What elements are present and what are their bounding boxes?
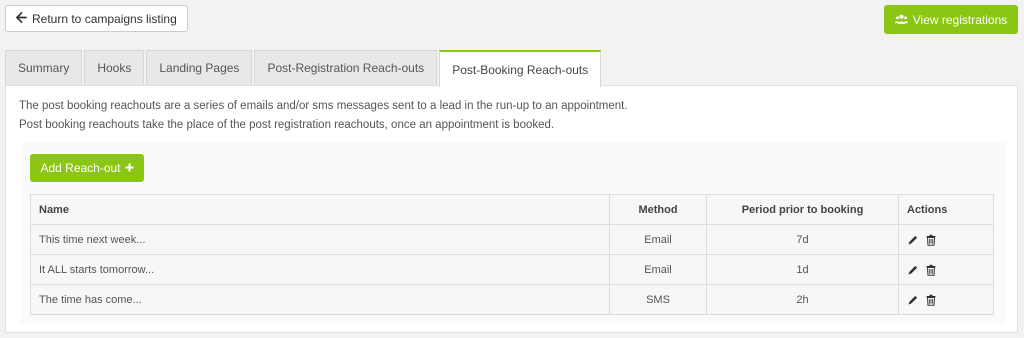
row-period: 2h [706,284,899,315]
view-registrations-button[interactable]: View registrations [884,5,1018,34]
view-registrations-label: View registrations [912,12,1008,27]
tab-summary[interactable]: Summary [5,50,83,85]
column-header-method: Method [609,194,707,225]
table-row: The time has come... SMS 2h [30,284,994,315]
table-row: This time next week... Email 7d [30,224,994,255]
arrow-left-icon [16,11,27,26]
users-icon [894,13,908,27]
plus-icon [124,161,134,175]
trash-icon[interactable] [925,264,937,276]
tab-post-registration-reach-outs[interactable]: Post-Registration Reach-outs [254,50,438,85]
row-actions [898,254,994,285]
row-actions [898,224,994,255]
row-method: Email [609,224,707,255]
tab-hooks[interactable]: Hooks [84,50,145,85]
campaign-tabs: Summary Hooks Landing Pages Post-Registr… [5,50,603,87]
column-header-period: Period prior to booking [706,194,899,225]
tab-post-booking-reach-outs[interactable]: Post-Booking Reach-outs [439,50,602,87]
row-name: The time has come... [30,284,610,315]
row-name: This time next week... [30,224,610,255]
pencil-icon[interactable] [907,294,919,306]
column-header-name: Name [30,194,610,225]
pencil-icon[interactable] [907,264,919,276]
table-row: It ALL starts tomorrow... Email 1d [30,254,994,285]
row-actions [898,284,994,315]
row-name: It ALL starts tomorrow... [30,254,610,285]
return-to-campaigns-button[interactable]: Return to campaigns listing [5,5,188,32]
trash-icon[interactable] [925,294,937,306]
row-period: 1d [706,254,899,285]
trash-icon[interactable] [925,234,937,246]
description-line-2: Post booking reachouts take the place of… [19,119,555,131]
return-to-campaigns-label: Return to campaigns listing [32,11,177,26]
column-header-actions: Actions [898,194,994,225]
reach-outs-section: Add Reach-out Name Method Period prior t… [21,142,1006,324]
pencil-icon[interactable] [907,234,919,246]
row-method: Email [609,254,707,285]
row-period: 7d [706,224,899,255]
table-header-row: Name Method Period prior to booking Acti… [30,194,994,225]
description-line-1: The post booking reachouts are a series … [19,100,628,112]
row-method: SMS [609,284,707,315]
reach-outs-table: Name Method Period prior to booking Acti… [30,194,994,315]
tab-landing-pages[interactable]: Landing Pages [146,50,253,85]
tab-content-panel: The post booking reachouts are a series … [5,85,1018,333]
add-reach-out-button[interactable]: Add Reach-out [30,154,144,182]
add-reach-out-label: Add Reach-out [40,161,121,175]
